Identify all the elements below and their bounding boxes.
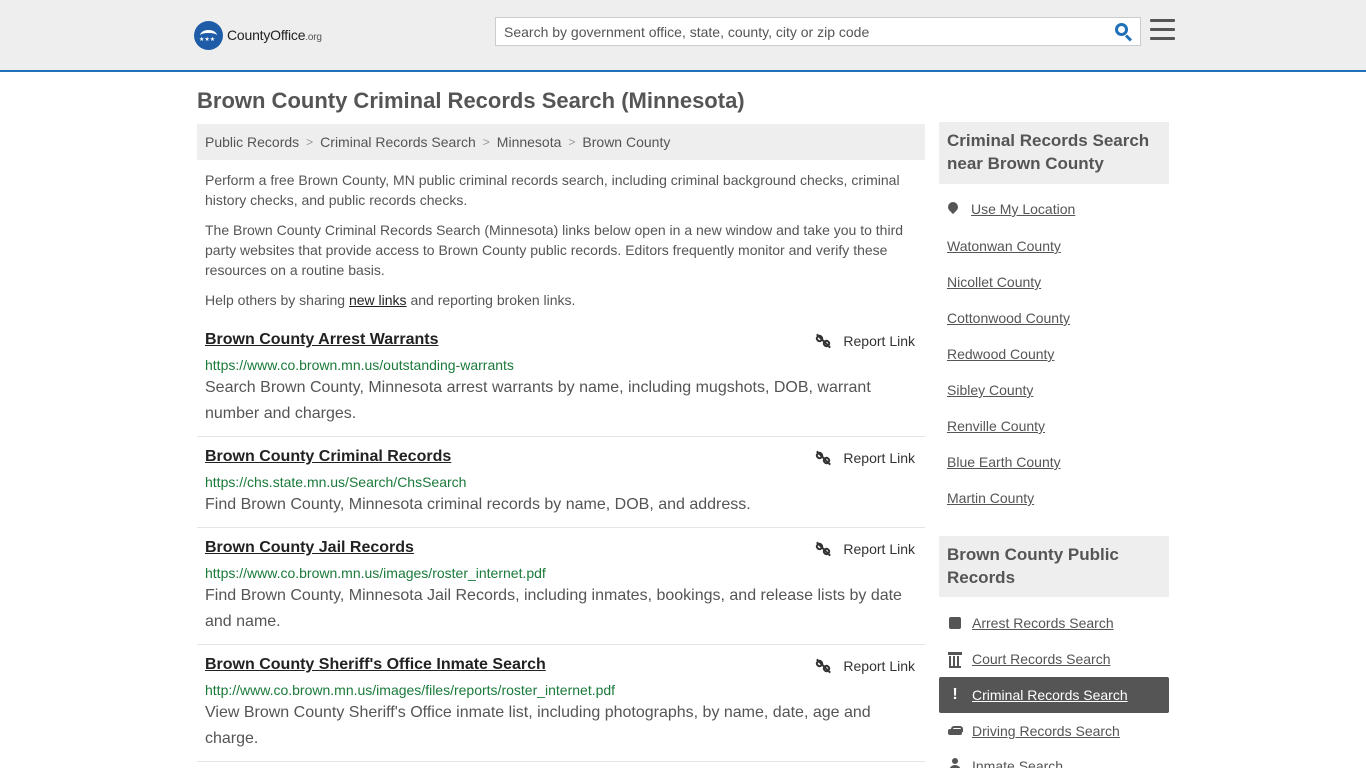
result-title-link[interactable]: Brown County Sheriff's Office Inmate Sea… bbox=[205, 656, 546, 674]
unlink-icon bbox=[814, 333, 832, 349]
site-header: CountyOffice.org bbox=[0, 0, 1366, 72]
public-records-heading: Brown County Public Records bbox=[939, 536, 1169, 597]
unlink-icon bbox=[814, 541, 832, 557]
unlink-icon bbox=[814, 450, 832, 466]
arrest-records-search-link[interactable]: Arrest Records Search bbox=[972, 615, 1114, 631]
records-nav-item[interactable]: Inmate Search bbox=[939, 749, 1169, 768]
nearby-county-link[interactable]: Martin County bbox=[947, 490, 1034, 506]
map-pin-icon bbox=[947, 202, 959, 216]
county-office-badge-icon bbox=[194, 20, 223, 50]
result-url: https://chs.state.mn.us/Search/ChsSearch bbox=[205, 474, 467, 490]
square-icon bbox=[948, 616, 962, 630]
records-nav-item[interactable]: Court Records Search bbox=[939, 641, 1169, 677]
breadcrumb-separator-icon: > bbox=[482, 135, 490, 149]
report-link-button[interactable]: Report Link bbox=[814, 333, 915, 349]
result-description: View Brown County Sheriff's Office inmat… bbox=[205, 704, 871, 747]
search-icon[interactable] bbox=[1114, 22, 1134, 42]
result-title-link[interactable]: Brown County Arrest Warrants bbox=[205, 331, 439, 349]
logo-text: CountyOffice.org bbox=[227, 27, 322, 43]
records-nav-item-active[interactable]: ! Criminal Records Search bbox=[939, 677, 1169, 713]
breadcrumb-separator-icon: > bbox=[568, 135, 576, 149]
nearby-county-link[interactable]: Sibley County bbox=[947, 382, 1033, 398]
breadcrumb-criminal-records-search[interactable]: Criminal Records Search bbox=[320, 134, 476, 150]
unlink-icon bbox=[814, 658, 832, 674]
car-icon bbox=[948, 724, 963, 738]
court-records-search-link[interactable]: Court Records Search bbox=[972, 651, 1111, 667]
use-location-row[interactable]: Use My Location bbox=[947, 201, 1075, 217]
criminal-records-search-link[interactable]: Criminal Records Search bbox=[972, 687, 1128, 703]
nearby-county-link[interactable]: Renville County bbox=[947, 418, 1045, 434]
records-nav-item[interactable]: Arrest Records Search bbox=[939, 605, 1169, 641]
result-description: Search Brown County, Minnesota arrest wa… bbox=[205, 379, 871, 422]
report-link-button[interactable]: Report Link bbox=[814, 658, 915, 674]
result-url: https://www.co.brown.mn.us/outstanding-w… bbox=[205, 357, 514, 373]
driving-records-search-link[interactable]: Driving Records Search bbox=[972, 723, 1120, 739]
result-item: Brown County Criminal Records Report Lin… bbox=[197, 437, 925, 528]
share-paragraph: Help others by sharing new links and rep… bbox=[205, 292, 576, 308]
disclaimer-paragraph: The Brown County Criminal Records Search… bbox=[205, 222, 904, 278]
search-box bbox=[495, 17, 1141, 46]
breadcrumb-brown-county[interactable]: Brown County bbox=[582, 134, 670, 150]
nearby-county-link[interactable]: Watonwan County bbox=[947, 238, 1061, 254]
nearby-county-link[interactable]: Blue Earth County bbox=[947, 454, 1061, 470]
search-input[interactable] bbox=[496, 18, 1106, 45]
result-title-link[interactable]: Brown County Jail Records bbox=[205, 539, 414, 557]
breadcrumb-separator-icon: > bbox=[306, 135, 314, 149]
report-link-button[interactable]: Report Link bbox=[814, 450, 915, 466]
result-item: Brown County Sheriff's Office Inmate Sea… bbox=[197, 645, 925, 762]
new-links-link[interactable]: new links bbox=[349, 292, 407, 308]
courthouse-icon bbox=[948, 652, 962, 668]
person-icon bbox=[948, 758, 962, 768]
site-logo[interactable]: CountyOffice.org bbox=[194, 20, 322, 50]
result-title-link[interactable]: Brown County Criminal Records bbox=[205, 448, 451, 466]
result-description: Find Brown County, Minnesota Jail Record… bbox=[205, 587, 902, 630]
result-description: Find Brown County, Minnesota criminal re… bbox=[205, 496, 751, 513]
nearby-county-link[interactable]: Nicollet County bbox=[947, 274, 1041, 290]
result-item: Brown County Jail Records Report Link ht… bbox=[197, 528, 925, 645]
nearby-heading: Criminal Records Search near Brown Count… bbox=[939, 122, 1169, 184]
result-url: http://www.co.brown.mn.us/images/files/r… bbox=[205, 682, 616, 698]
result-url: https://www.co.brown.mn.us/images/roster… bbox=[205, 565, 546, 581]
hamburger-menu-icon[interactable] bbox=[1150, 19, 1175, 41]
exclamation-icon: ! bbox=[952, 686, 958, 703]
page-title: Brown County Criminal Records Search (Mi… bbox=[197, 88, 745, 113]
records-nav-item[interactable]: Driving Records Search bbox=[939, 713, 1169, 749]
breadcrumb-minnesota[interactable]: Minnesota bbox=[497, 134, 562, 150]
nearby-county-link[interactable]: Cottonwood County bbox=[947, 310, 1070, 326]
intro-paragraph: Perform a free Brown County, MN public c… bbox=[205, 172, 900, 208]
nearby-county-link[interactable]: Redwood County bbox=[947, 346, 1054, 362]
report-link-button[interactable]: Report Link bbox=[814, 541, 915, 557]
inmate-search-link[interactable]: Inmate Search bbox=[972, 758, 1063, 768]
use-my-location-link[interactable]: Use My Location bbox=[971, 201, 1075, 217]
breadcrumb: Public Records > Criminal Records Search… bbox=[197, 124, 925, 160]
breadcrumb-public-records[interactable]: Public Records bbox=[205, 134, 299, 150]
result-item: Brown County Arrest Warrants Report Link… bbox=[197, 322, 925, 437]
